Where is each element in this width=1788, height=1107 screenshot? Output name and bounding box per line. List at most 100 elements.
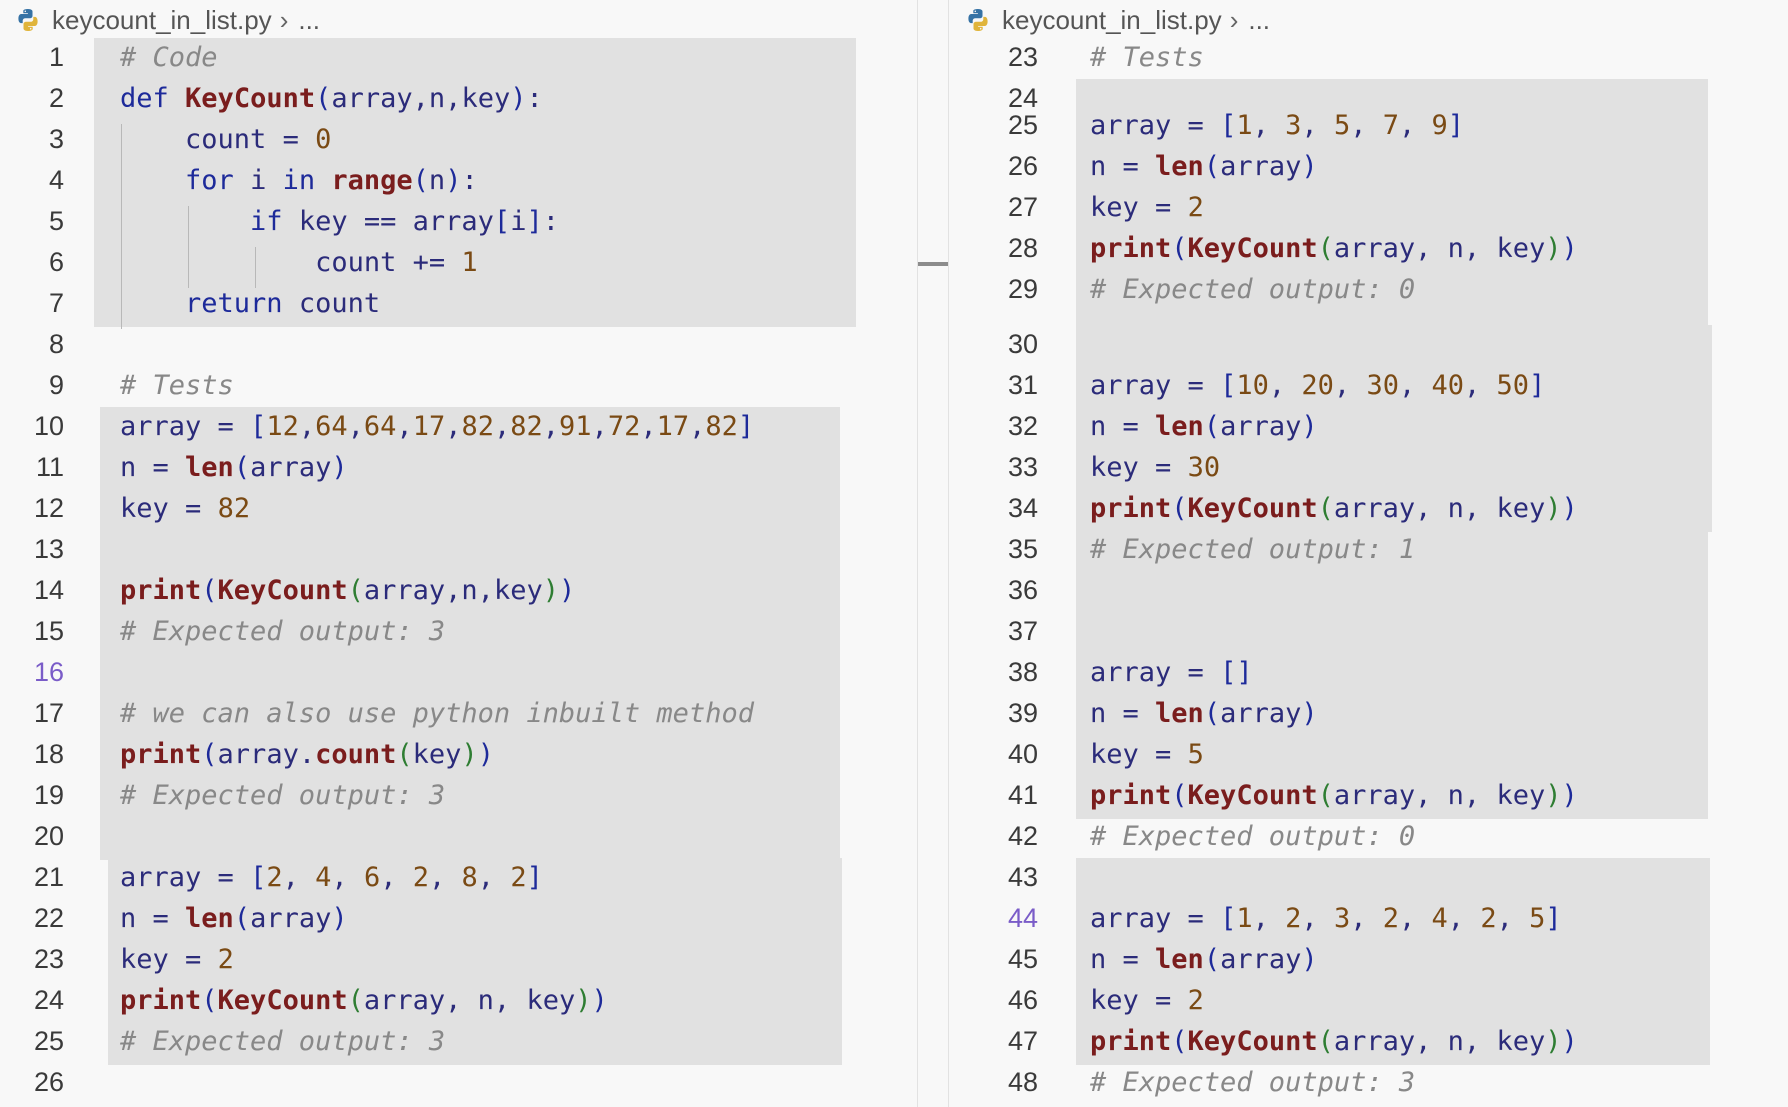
line-number[interactable]: 47: [950, 1026, 1038, 1057]
line-number[interactable]: 34: [950, 493, 1038, 524]
breadcrumb-file[interactable]: keycount_in_list.py: [52, 5, 272, 36]
code-line[interactable]: key = 30: [1090, 452, 1220, 483]
code-line[interactable]: array = [1, 2, 3, 2, 4, 2, 5]: [1090, 903, 1562, 934]
line-number[interactable]: 18: [0, 739, 64, 770]
editor-pane-right[interactable]: keycount_in_list.py › ... 23 # Tests 24 25 a…: [950, 0, 1788, 1107]
code-line[interactable]: # we can also use python inbuilt method: [120, 698, 754, 729]
line-number[interactable]: 41: [950, 780, 1038, 811]
code-line[interactable]: # Tests: [1090, 42, 1204, 73]
line-number[interactable]: 7: [0, 288, 64, 319]
line-number[interactable]: 10: [0, 411, 64, 442]
line-number[interactable]: 33: [950, 452, 1038, 483]
code-line[interactable]: for i in range(n):: [120, 165, 478, 196]
breadcrumb-file[interactable]: keycount_in_list.py: [1002, 5, 1222, 36]
line-number[interactable]: 13: [0, 534, 64, 565]
line-number[interactable]: 15: [0, 616, 64, 647]
line-number[interactable]: 35: [950, 534, 1038, 565]
line-number[interactable]: 3: [0, 124, 64, 155]
code-line[interactable]: n = len(array): [120, 903, 348, 934]
code-line[interactable]: key = 82: [120, 493, 250, 524]
code-line[interactable]: # Expected output: 0: [1090, 821, 1415, 852]
line-number[interactable]: 40: [950, 739, 1038, 770]
code-line[interactable]: # Expected output: 3: [1090, 1067, 1415, 1098]
code-line[interactable]: array = [1, 3, 5, 7, 9]: [1090, 110, 1464, 141]
code-line[interactable]: array = [10, 20, 30, 40, 50]: [1090, 370, 1545, 401]
code-line[interactable]: count += 1: [120, 247, 478, 278]
line-number[interactable]: 44: [950, 903, 1038, 934]
code-line[interactable]: array = [12,64,64,17,82,82,91,72,17,82]: [120, 411, 754, 442]
line-number[interactable]: 20: [0, 821, 64, 852]
line-number[interactable]: 8: [0, 329, 64, 360]
line-number[interactable]: 6: [0, 247, 64, 278]
code-line[interactable]: if key == array[i]:: [120, 206, 559, 237]
code-line[interactable]: # Expected output: 3: [120, 1026, 445, 1057]
line-number[interactable]: 27: [950, 192, 1038, 223]
line-number[interactable]: 48: [950, 1067, 1038, 1098]
line-number[interactable]: 5: [0, 206, 64, 237]
line-number[interactable]: 26: [950, 151, 1038, 182]
code-line[interactable]: count = 0: [120, 124, 331, 155]
editor-pane-left[interactable]: keycount_in_list.py › ... 1 # Code 2 def Ke…: [0, 0, 918, 1107]
code-line[interactable]: # Expected output: 1: [1090, 534, 1415, 565]
code-line[interactable]: def KeyCount(array,n,key):: [120, 83, 543, 114]
line-number[interactable]: 24: [0, 985, 64, 1016]
line-number[interactable]: 25: [950, 110, 1038, 141]
line-number[interactable]: 23: [950, 42, 1038, 73]
code-line[interactable]: print(KeyCount(array, n, key)): [120, 985, 608, 1016]
code-line[interactable]: key = 2: [120, 944, 234, 975]
breadcrumb-more[interactable]: ...: [298, 5, 320, 36]
line-number[interactable]: 31: [950, 370, 1038, 401]
pane-divider[interactable]: [917, 0, 918, 1107]
code-line[interactable]: n = len(array): [1090, 151, 1318, 182]
code-line[interactable]: print(KeyCount(array,n,key)): [120, 575, 575, 606]
code-line[interactable]: n = len(array): [1090, 411, 1318, 442]
code-line[interactable]: # Expected output: 3: [120, 616, 445, 647]
line-number[interactable]: 38: [950, 657, 1038, 688]
code-line[interactable]: print(KeyCount(array, n, key)): [1090, 1026, 1578, 1057]
line-number[interactable]: 28: [950, 233, 1038, 264]
code-line[interactable]: key = 2: [1090, 192, 1204, 223]
code-line[interactable]: # Tests: [120, 370, 234, 401]
line-number[interactable]: 2: [0, 83, 64, 114]
code-line[interactable]: # Expected output: 0: [1090, 274, 1415, 305]
code-line[interactable]: array = []: [1090, 657, 1253, 688]
line-number[interactable]: 29: [950, 274, 1038, 305]
code-line[interactable]: return count: [120, 288, 380, 319]
line-number[interactable]: 36: [950, 575, 1038, 606]
line-number[interactable]: 21: [0, 862, 64, 893]
line-number[interactable]: 1: [0, 42, 64, 73]
line-number[interactable]: 14: [0, 575, 64, 606]
code-line[interactable]: print(KeyCount(array, n, key)): [1090, 780, 1578, 811]
line-number[interactable]: 42: [950, 821, 1038, 852]
line-number[interactable]: 26: [0, 1067, 64, 1098]
line-number[interactable]: 16: [0, 657, 64, 688]
line-number[interactable]: 45: [950, 944, 1038, 975]
code-line[interactable]: key = 2: [1090, 985, 1204, 1016]
line-number[interactable]: 11: [0, 452, 64, 483]
code-line[interactable]: n = len(array): [1090, 698, 1318, 729]
breadcrumb-more[interactable]: ...: [1248, 5, 1270, 36]
code-line[interactable]: print(KeyCount(array, n, key)): [1090, 233, 1578, 264]
line-number[interactable]: 9: [0, 370, 64, 401]
code-line[interactable]: key = 5: [1090, 739, 1204, 770]
line-number[interactable]: 46: [950, 985, 1038, 1016]
line-number[interactable]: 17: [0, 698, 64, 729]
line-number[interactable]: 30: [950, 329, 1038, 360]
code-line[interactable]: print(KeyCount(array, n, key)): [1090, 493, 1578, 524]
line-number[interactable]: 23: [0, 944, 64, 975]
code-line[interactable]: # Code: [120, 42, 218, 73]
code-line[interactable]: array = [2, 4, 6, 2, 8, 2]: [120, 862, 543, 893]
code-line[interactable]: # Expected output: 3: [120, 780, 445, 811]
line-number[interactable]: 39: [950, 698, 1038, 729]
code-line[interactable]: n = len(array): [120, 452, 348, 483]
line-number[interactable]: 12: [0, 493, 64, 524]
line-number[interactable]: 4: [0, 165, 64, 196]
code-line[interactable]: print(array.count(key)): [120, 739, 494, 770]
line-number[interactable]: 43: [950, 862, 1038, 893]
line-number[interactable]: 22: [0, 903, 64, 934]
line-number[interactable]: 32: [950, 411, 1038, 442]
line-number[interactable]: 37: [950, 616, 1038, 647]
line-number[interactable]: 25: [0, 1026, 64, 1057]
code-line[interactable]: n = len(array): [1090, 944, 1318, 975]
line-number[interactable]: 19: [0, 780, 64, 811]
